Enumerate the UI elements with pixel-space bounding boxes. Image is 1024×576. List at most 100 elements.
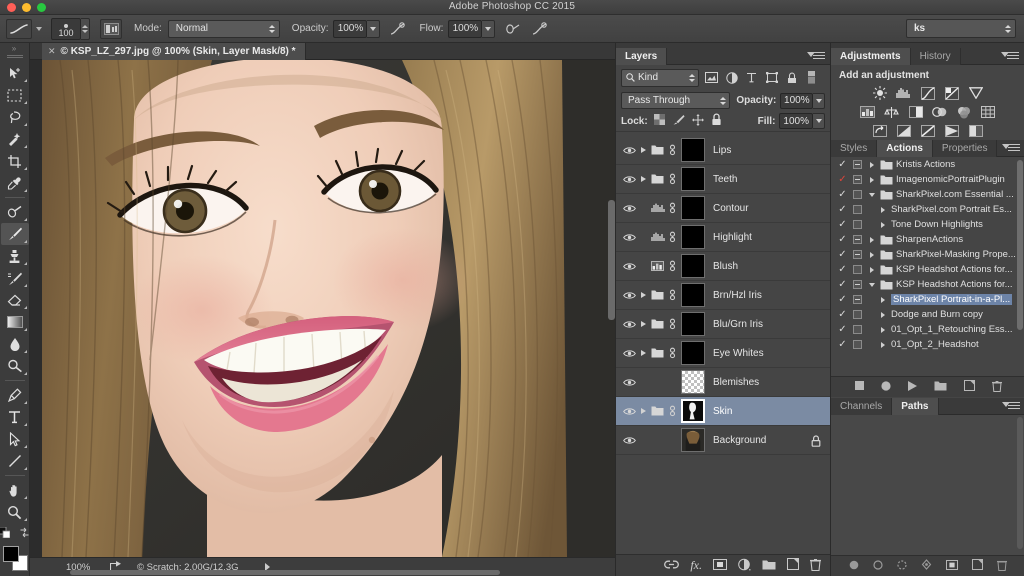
layer-opacity-value[interactable]: 100%	[780, 92, 814, 109]
layer-row[interactable]: Skin	[616, 397, 831, 426]
pressure-opacity-icon[interactable]	[389, 20, 407, 38]
rectangular-marquee-tool[interactable]	[1, 84, 29, 106]
adjustments-panel-menu-icon[interactable]	[1001, 52, 1019, 61]
new-path-icon[interactable]	[972, 559, 983, 573]
layer-thumbnail[interactable]	[681, 370, 705, 394]
color-lookup-icon[interactable]	[978, 104, 997, 120]
action-row[interactable]: ✓ SharkPixel-Masking Prope...	[831, 247, 1024, 262]
eyedropper-tool[interactable]	[1, 172, 29, 194]
action-row[interactable]: ✓ SharpenActions	[831, 232, 1024, 247]
spot-healing-brush-tool[interactable]	[1, 201, 29, 223]
new-adjustment-layer-icon[interactable]	[738, 558, 751, 574]
lock-transparent-pixels-icon[interactable]	[653, 114, 665, 128]
layer-fill-value[interactable]: 100%	[779, 113, 813, 129]
workspace-select[interactable]: ks	[906, 19, 1016, 38]
layer-visibility-icon[interactable]	[620, 407, 638, 416]
new-group-icon[interactable]	[762, 559, 776, 573]
tab-properties[interactable]: Properties	[932, 140, 998, 157]
filter-adjustment-icon[interactable]	[724, 70, 739, 86]
action-dialog-toggle-icon[interactable]	[850, 175, 865, 184]
filter-pixel-icon[interactable]	[704, 70, 719, 86]
action-disclosure-triangle-icon[interactable]	[876, 311, 889, 318]
exposure-icon[interactable]	[942, 85, 961, 101]
paths-scrollbar[interactable]	[1017, 417, 1023, 549]
tools-panel-collapse[interactable]: »	[0, 43, 29, 53]
layer-visibility-icon[interactable]	[620, 233, 638, 242]
layer-thumbnail[interactable]	[681, 428, 705, 452]
layer-row[interactable]: Lips	[616, 136, 831, 165]
action-disclosure-triangle-icon[interactable]	[865, 161, 878, 168]
action-dialog-toggle-icon[interactable]	[850, 235, 865, 244]
action-row[interactable]: ✓ KSP Headshot Actions for...	[831, 262, 1024, 277]
tab-paths[interactable]: Paths	[892, 398, 939, 415]
make-work-path-icon[interactable]	[921, 559, 932, 573]
lock-image-pixels-icon[interactable]	[672, 114, 685, 128]
layer-row[interactable]: Contour	[616, 194, 831, 223]
filter-toggle-icon[interactable]	[804, 70, 819, 86]
action-row[interactable]: ✓ ImagenomicPortraitPlugin	[831, 172, 1024, 187]
layer-style-fx-icon[interactable]: fx.	[690, 558, 702, 573]
airbrush-icon[interactable]	[504, 20, 522, 38]
action-toggle-check-icon[interactable]: ✓	[835, 219, 850, 230]
type-tool[interactable]	[1, 406, 29, 428]
action-toggle-check-icon[interactable]: ✓	[835, 204, 850, 215]
action-row[interactable]: ✓ 01_Opt_2_Headshot	[831, 337, 1024, 352]
layer-mask-link-icon[interactable]	[666, 405, 678, 417]
layer-row[interactable]: Blu/Grn Iris	[616, 310, 831, 339]
action-toggle-check-icon[interactable]: ✓	[835, 189, 850, 200]
action-toggle-check-icon[interactable]: ✓	[835, 279, 850, 290]
curves-icon[interactable]	[918, 85, 937, 101]
layer-visibility-icon[interactable]	[620, 436, 638, 445]
stop-icon[interactable]	[854, 381, 864, 393]
layer-fill-chevron-icon[interactable]	[813, 113, 825, 129]
layer-row[interactable]: Highlight	[616, 223, 831, 252]
threshold-icon[interactable]	[918, 123, 937, 139]
actions-panel-menu-icon[interactable]	[1002, 144, 1020, 153]
layer-mask-link-icon[interactable]	[666, 318, 678, 330]
brush-panel-toggle-icon[interactable]	[100, 18, 122, 39]
filter-type-icon[interactable]	[744, 70, 759, 86]
paths-list[interactable]	[831, 415, 1024, 555]
path-selection-tool[interactable]	[1, 428, 29, 450]
action-disclosure-triangle-icon[interactable]	[876, 341, 889, 348]
brightness-contrast-icon[interactable]	[870, 85, 889, 101]
action-row[interactable]: ✓ SharkPixel.com Essential ...	[831, 187, 1024, 202]
tab-styles[interactable]: Styles	[831, 140, 878, 157]
color-swatches[interactable]	[1, 545, 29, 573]
flow-control[interactable]: 100%	[443, 19, 496, 38]
brush-size-stepper-arrows[interactable]	[81, 17, 90, 40]
eraser-tool[interactable]	[1, 289, 29, 311]
layer-visibility-icon[interactable]	[620, 320, 638, 329]
document-tab[interactable]: ✕ © KSP_LZ_297.jpg @ 100% (Skin, Layer M…	[42, 43, 306, 60]
layer-thumbnail[interactable]	[681, 167, 705, 191]
action-dialog-toggle-icon[interactable]	[850, 295, 865, 304]
action-toggle-check-icon[interactable]: ✓	[835, 174, 850, 185]
tab-adjustments[interactable]: Adjustments	[831, 48, 911, 65]
lasso-tool[interactable]	[1, 106, 29, 128]
tab-history[interactable]: History	[910, 48, 961, 65]
gradient-map-icon[interactable]	[942, 123, 961, 139]
stroke-path-icon[interactable]	[873, 559, 883, 573]
layer-row[interactable]: Background	[616, 426, 831, 455]
posterize-icon[interactable]	[894, 123, 913, 139]
clone-stamp-tool[interactable]	[1, 245, 29, 267]
add-layer-mask-icon[interactable]	[713, 558, 727, 573]
layer-thumbnail[interactable]	[681, 341, 705, 365]
new-layer-icon[interactable]	[787, 558, 799, 573]
layer-mask-link-icon[interactable]	[666, 231, 678, 243]
layer-row[interactable]: Eye Whites	[616, 339, 831, 368]
move-tool[interactable]	[1, 62, 29, 84]
layer-row[interactable]: Brn/Hzl Iris	[616, 281, 831, 310]
play-icon[interactable]	[907, 380, 917, 394]
action-row[interactable]: ✓ Kristis Actions	[831, 157, 1024, 172]
link-layers-icon[interactable]	[664, 560, 680, 572]
layers-list[interactable]: Lips Teeth Contour Highlight Blush Brn/Hzl Ir…	[616, 136, 831, 575]
opacity-control[interactable]: 100%	[328, 19, 381, 38]
filter-kind-select[interactable]: Kind	[621, 68, 699, 87]
action-row[interactable]: ✓ Tone Down Highlights	[831, 217, 1024, 232]
layer-visibility-icon[interactable]	[620, 175, 638, 184]
tab-layers[interactable]: Layers	[616, 48, 668, 65]
layer-visibility-icon[interactable]	[620, 262, 638, 271]
layer-mask-link-icon[interactable]	[666, 144, 678, 156]
action-row[interactable]: ✓ KSP Headshot Actions for...	[831, 277, 1024, 292]
